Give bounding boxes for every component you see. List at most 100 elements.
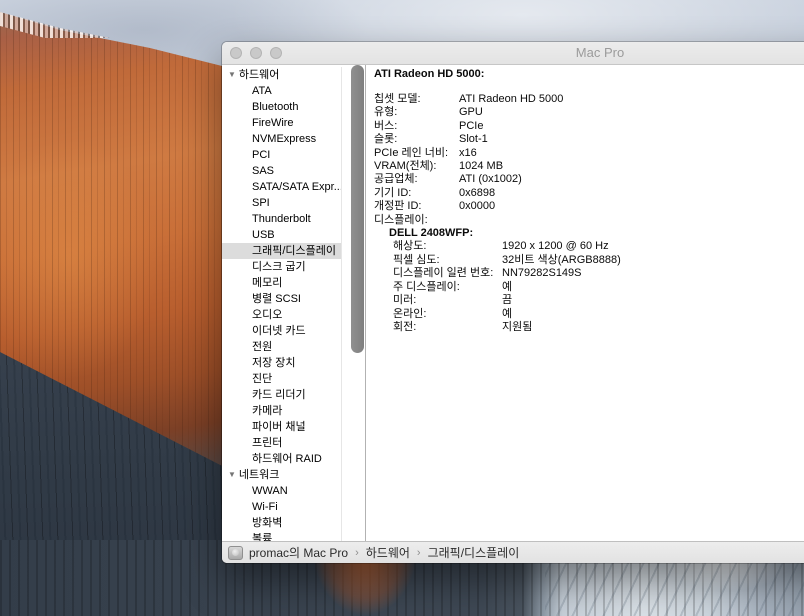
- info-row: 칩셋 모델:ATI Radeon HD 5000: [374, 93, 804, 106]
- info-value: 끔: [502, 294, 512, 307]
- sidebar-item[interactable]: SPI: [222, 195, 341, 211]
- info-value: GPU: [459, 106, 483, 119]
- zoom-button[interactable]: [270, 47, 282, 59]
- sidebar-item[interactable]: USB: [222, 227, 341, 243]
- sidebar-item[interactable]: 저장 장치: [222, 355, 341, 371]
- detail-pane: ATI Radeon HD 5000: 칩셋 모델:ATI Radeon HD …: [366, 65, 804, 541]
- sidebar-item[interactable]: 진단: [222, 371, 341, 387]
- sidebar-item[interactable]: FireWire: [222, 115, 341, 131]
- info-label: 슬롯:: [374, 133, 459, 146]
- close-button[interactable]: [230, 47, 242, 59]
- info-row: 픽셀 심도:32비트 색상(ARGB8888): [374, 254, 804, 267]
- sidebar-item[interactable]: 볼륨: [222, 531, 341, 541]
- sidebar-item[interactable]: SAS: [222, 163, 341, 179]
- disclosure-triangle-icon[interactable]: ▼: [228, 470, 236, 479]
- info-label: 해상도:: [393, 240, 502, 253]
- info-label: 픽셀 심도:: [393, 254, 502, 267]
- disclosure-triangle-icon[interactable]: ▼: [228, 70, 236, 79]
- sidebar-item[interactable]: Bluetooth: [222, 99, 341, 115]
- info-label: 공급업체:: [374, 173, 459, 186]
- breadcrumb-separator: ›: [417, 547, 421, 559]
- info-value: ATI (0x1002): [459, 173, 522, 186]
- sidebar-item[interactable]: 파이버 채널: [222, 419, 341, 435]
- sidebar-item[interactable]: 프린터: [222, 435, 341, 451]
- titlebar[interactable]: Mac Pro: [222, 42, 804, 65]
- info-row: 유형:GPU: [374, 106, 804, 119]
- breadcrumb-separator: ›: [355, 547, 359, 559]
- info-label: 회전:: [393, 321, 502, 334]
- info-value: Slot-1: [459, 133, 488, 146]
- info-value: 0x0000: [459, 200, 495, 213]
- minimize-button[interactable]: [250, 47, 262, 59]
- sidebar-item[interactable]: 병렬 SCSI: [222, 291, 341, 307]
- info-row: 해상도:1920 x 1200 @ 60 Hz: [374, 240, 804, 253]
- breadcrumb-segment[interactable]: promac의 Mac Pro: [249, 544, 348, 561]
- traffic-lights: [230, 47, 282, 59]
- info-row: VRAM(전체):1024 MB: [374, 160, 804, 173]
- sidebar-item[interactable]: WWAN: [222, 483, 341, 499]
- sidebar-item[interactable]: 이더넷 카드: [222, 323, 341, 339]
- sidebar-item[interactable]: Thunderbolt: [222, 211, 341, 227]
- sidebar-item[interactable]: SATA/SATA Expr...: [222, 179, 341, 195]
- info-row: 주 디스플레이:예: [374, 281, 804, 294]
- sidebar-item[interactable]: 방화벽: [222, 515, 341, 531]
- device-title: ATI Radeon HD 5000:: [374, 68, 804, 81]
- info-row: 개정판 ID:0x0000: [374, 200, 804, 213]
- system-information-window: Mac Pro ▼하드웨어ATABluetoothFireWireNVMExpr…: [222, 42, 804, 563]
- info-value: NN79282S149S: [502, 267, 582, 280]
- info-row: PCIe 레인 너비:x16: [374, 147, 804, 160]
- sidebar-item[interactable]: 그래픽/디스플레이: [222, 243, 341, 259]
- info-label: PCIe 레인 너비:: [374, 147, 459, 160]
- sidebar-scrollbar-thumb[interactable]: [351, 65, 364, 353]
- info-row: 회전:지원됨: [374, 321, 804, 334]
- info-label: 주 디스플레이:: [393, 281, 502, 294]
- info-row: 미러:끔: [374, 294, 804, 307]
- info-label: 미러:: [393, 294, 502, 307]
- spacer: [374, 81, 804, 93]
- info-value: ATI Radeon HD 5000: [459, 93, 563, 106]
- window-title: Mac Pro: [222, 42, 804, 64]
- info-value: 지원됨: [502, 321, 532, 334]
- mac-pro-icon: [228, 546, 243, 560]
- sidebar-item[interactable]: PCI: [222, 147, 341, 163]
- info-value: 1920 x 1200 @ 60 Hz: [502, 240, 609, 253]
- sidebar-item[interactable]: 카메라: [222, 403, 341, 419]
- sidebar-item[interactable]: NVMExpress: [222, 131, 341, 147]
- desktop: { "window": { "title": "Mac Pro" }, "tit…: [0, 0, 804, 616]
- breadcrumb-segment[interactable]: 그래픽/디스플레이: [428, 544, 520, 561]
- breadcrumb: promac의 Mac Pro › 하드웨어 › 그래픽/디스플레이: [249, 544, 519, 561]
- info-label: 개정판 ID:: [374, 200, 459, 213]
- device-info-rows: 칩셋 모델:ATI Radeon HD 5000유형:GPU버스:PCIe슬롯:…: [374, 93, 804, 227]
- info-value: 1024 MB: [459, 160, 503, 173]
- sidebar-section-label: 네트워크: [239, 469, 279, 481]
- info-label: 기기 ID:: [374, 187, 459, 200]
- info-row: 기기 ID:0x6898: [374, 187, 804, 200]
- sidebar-item[interactable]: 메모리: [222, 275, 341, 291]
- info-row: 공급업체:ATI (0x1002): [374, 173, 804, 186]
- window-body: ▼하드웨어ATABluetoothFireWireNVMExpressPCISA…: [222, 65, 804, 541]
- info-label: 버스:: [374, 120, 459, 133]
- info-label: 유형:: [374, 106, 459, 119]
- sidebar-item[interactable]: 하드웨어 RAID: [222, 451, 341, 467]
- info-value: 예: [502, 281, 512, 294]
- info-label: 칩셋 모델:: [374, 93, 459, 106]
- info-row: 슬롯:Slot-1: [374, 133, 804, 146]
- info-row: 버스:PCIe: [374, 120, 804, 133]
- sidebar: ▼하드웨어ATABluetoothFireWireNVMExpressPCISA…: [222, 65, 366, 541]
- sidebar-item[interactable]: 전원: [222, 339, 341, 355]
- sidebar-section-header[interactable]: ▼네트워크: [222, 467, 341, 483]
- info-value: 예: [502, 308, 512, 321]
- sidebar-item[interactable]: 오디오: [222, 307, 341, 323]
- sidebar-item[interactable]: 디스크 굽기: [222, 259, 341, 275]
- sidebar-list: ▼하드웨어ATABluetoothFireWireNVMExpressPCISA…: [222, 67, 342, 541]
- info-label: 디스플레이:: [374, 214, 459, 227]
- info-value: PCIe: [459, 120, 483, 133]
- info-value: x16: [459, 147, 477, 160]
- sidebar-item[interactable]: ATA: [222, 83, 341, 99]
- statusbar: promac의 Mac Pro › 하드웨어 › 그래픽/디스플레이: [222, 541, 804, 563]
- sidebar-section-header[interactable]: ▼하드웨어: [222, 67, 341, 83]
- info-row: 디스플레이:: [374, 214, 804, 227]
- breadcrumb-segment[interactable]: 하드웨어: [366, 544, 410, 561]
- sidebar-item[interactable]: Wi-Fi: [222, 499, 341, 515]
- sidebar-item[interactable]: 카드 리더기: [222, 387, 341, 403]
